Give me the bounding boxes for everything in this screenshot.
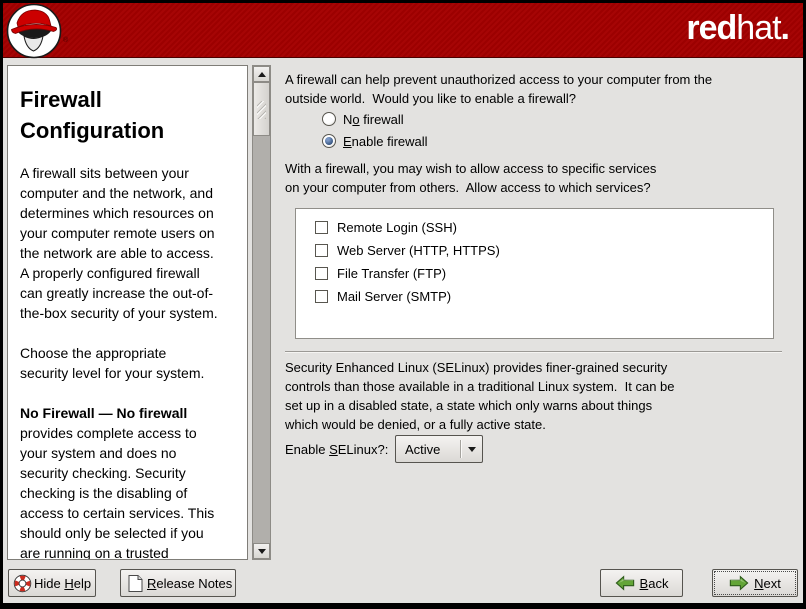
radio-button-selected[interactable] [322,134,336,148]
service-mail-server-smtp[interactable]: Mail Server (SMTP) [315,285,773,307]
services-intro-text: With a firewall, you may wish to allow a… [285,159,797,197]
radio-no-firewall[interactable]: No firewall [322,109,404,129]
checkbox-unchecked[interactable] [315,267,328,280]
registered-mark: ® [63,37,68,44]
installer-window: ® redhat. Firewall Configuration A firew… [3,3,803,603]
hide-help-label: Hide Help [34,576,91,591]
help-scrollbar[interactable] [252,65,271,560]
scroll-up-icon [258,72,266,77]
next-label: Next [754,576,781,591]
release-notes-label: Release Notes [147,576,232,591]
life-ring-icon [13,574,32,593]
radio-enable-firewall[interactable]: Enable firewall [322,131,428,151]
help-paragraph-3: No Firewall — No firewall provides compl… [20,403,236,560]
service-label: File Transfer (FTP) [337,266,446,281]
service-label: Mail Server (SMTP) [337,289,451,304]
scroll-down-button[interactable] [253,543,270,559]
redhat-shadowman-icon [6,3,62,60]
radio-label: Enable firewall [343,134,428,149]
arrow-right-icon [729,575,749,591]
scrollbar-trough[interactable] [253,136,270,543]
help-paragraph-2: Choose the appropriate security level fo… [20,343,236,383]
chevron-down-icon [462,447,482,452]
radio-label: No firewall [343,112,404,127]
service-label: Remote Login (SSH) [337,220,457,235]
section-separator [285,351,782,353]
wordmark-hat: hat [736,9,780,47]
next-button[interactable]: Next [712,569,798,597]
service-web-server[interactable]: Web Server (HTTP, HTTPS) [315,239,773,261]
release-notes-button[interactable]: Release Notes [120,569,236,597]
radio-button-unselected[interactable] [322,112,336,126]
help-panel: Firewall Configuration A firewall sits b… [7,65,248,560]
selinux-dropdown[interactable]: Active [395,435,483,463]
scroll-down-icon [258,549,266,554]
help-paragraph-3-bold: No Firewall — No firewall [20,405,187,421]
wordmark-dot: . [781,9,789,47]
selinux-intro-text: Security Enhanced Linux (SELinux) provid… [285,358,797,434]
scrollbar-thumb[interactable] [253,82,270,136]
top-banner: ® redhat. [3,3,803,58]
help-paragraph-1: A firewall sits between your computer an… [20,163,236,323]
scroll-up-button[interactable] [253,66,270,82]
back-label: Back [640,576,669,591]
back-button[interactable]: Back [600,569,683,597]
document-icon [127,574,144,593]
hide-help-button[interactable]: Hide Help [8,569,96,597]
selinux-dropdown-value: Active [396,442,460,457]
services-listbox: Remote Login (SSH) Web Server (HTTP, HTT… [295,208,774,339]
help-title: Firewall Configuration [20,84,236,146]
checkbox-unchecked[interactable] [315,290,328,303]
help-paragraph-3-rest: provides complete access to your system … [20,425,214,560]
service-label: Web Server (HTTP, HTTPS) [337,243,500,258]
service-remote-login-ssh[interactable]: Remote Login (SSH) [315,216,773,238]
selinux-label: Enable SELinux?: [285,442,388,457]
arrow-left-icon [615,575,635,591]
checkbox-unchecked[interactable] [315,221,328,234]
firewall-intro-text: A firewall can help prevent unauthorized… [285,70,797,108]
service-file-transfer-ftp[interactable]: File Transfer (FTP) [315,262,773,284]
redhat-wordmark: redhat. [686,9,789,48]
wordmark-red: red [686,9,736,47]
checkbox-unchecked[interactable] [315,244,328,257]
